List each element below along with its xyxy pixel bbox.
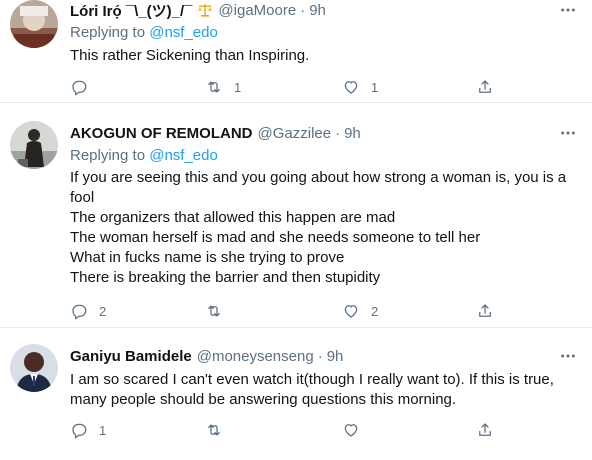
reply-button[interactable]: 1: [70, 419, 106, 441]
avatar[interactable]: [10, 344, 58, 392]
retweet-icon: [205, 78, 223, 96]
timestamp[interactable]: 9h: [309, 2, 326, 19]
tweet-line: fool: [70, 189, 95, 206]
more-icon[interactable]: [558, 123, 578, 143]
tweet-text: I am so scared I can't even watch it(tho…: [70, 370, 578, 410]
reply-icon: [70, 421, 88, 439]
like-button[interactable]: 2: [342, 300, 378, 322]
heart-icon: [342, 302, 360, 320]
share-button[interactable]: [476, 76, 494, 98]
more-icon[interactable]: [558, 346, 578, 366]
heart-icon: [342, 421, 360, 439]
tweet-line: This rather Sickening than Inspiring.: [70, 47, 310, 64]
tweet-line: There is breaking the barrier and then s…: [70, 269, 381, 286]
retweet-icon: [205, 421, 223, 439]
replying-to: Replying to @nsf_edo: [70, 146, 578, 166]
like-button[interactable]: [342, 419, 371, 441]
tweet[interactable]: Ganiyu Bamidele @moneysenseng · 9h I am …: [0, 328, 592, 460]
replying-label: Replying to: [70, 147, 146, 164]
tweet-line: many people should be answering question…: [70, 391, 457, 408]
tweet[interactable]: Lóri Irọ́ ¯\_(ツ)_/¯ @igaMoore · 9h Reply…: [0, 0, 592, 103]
retweet-button[interactable]: 1: [205, 76, 241, 98]
timestamp[interactable]: 9h: [327, 348, 344, 365]
replying-to: Replying to @nsf_edo: [70, 23, 578, 43]
tweet-text: If you are seeing this and you going abo…: [70, 168, 578, 288]
user-handle[interactable]: @Gazzilee: [258, 125, 332, 142]
user-handle[interactable]: @igaMoore: [218, 2, 296, 19]
tweet-line: The woman herself is mad and she needs s…: [70, 229, 481, 246]
tweet-line: The organizers that allowed this happen …: [70, 209, 396, 226]
retweet-count: 1: [234, 79, 242, 95]
retweet-button[interactable]: [205, 300, 234, 322]
tweet-header: Lóri Irọ́ ¯\_(ツ)_/¯ @igaMoore · 9h: [70, 0, 578, 20]
separator-dot: ·: [335, 124, 341, 142]
replying-to-link[interactable]: @nsf_edo: [149, 147, 218, 164]
reply-count: 2: [99, 303, 107, 319]
tweet-actions: 1: [70, 419, 500, 441]
like-count: 2: [371, 303, 379, 319]
timestamp[interactable]: 9h: [344, 125, 361, 142]
replying-to-link[interactable]: @nsf_edo: [149, 24, 218, 41]
more-icon[interactable]: [558, 0, 578, 20]
share-icon: [476, 78, 494, 96]
reply-button[interactable]: [70, 76, 99, 98]
user-handle[interactable]: @moneysenseng: [197, 348, 314, 365]
share-icon: [476, 421, 494, 439]
scales-emoji-icon: [197, 3, 213, 17]
tweet-header: Ganiyu Bamidele @moneysenseng · 9h: [70, 346, 578, 366]
like-count: 1: [371, 79, 379, 95]
display-name[interactable]: AKOGUN OF REMOLAND: [70, 125, 253, 142]
retweet-button[interactable]: [205, 419, 234, 441]
reply-icon: [70, 302, 88, 320]
share-button[interactable]: [476, 419, 494, 441]
reply-icon: [70, 78, 88, 96]
tweet-line: I am so scared I can't even watch it(tho…: [70, 371, 554, 388]
tweet[interactable]: AKOGUN OF REMOLAND @Gazzilee · 9h Replyi…: [0, 103, 592, 328]
reply-count: 1: [99, 422, 107, 438]
share-icon: [476, 302, 494, 320]
separator-dot: ·: [300, 1, 306, 19]
heart-icon: [342, 78, 360, 96]
like-button[interactable]: 1: [342, 76, 378, 98]
display-name[interactable]: Lóri Irọ́ ¯\_(ツ)_/¯: [70, 0, 192, 21]
avatar[interactable]: [10, 121, 58, 169]
tweet-line: If you are seeing this and you going abo…: [70, 169, 567, 186]
retweet-icon: [205, 302, 223, 320]
tweet-actions: 1 1: [70, 76, 500, 98]
tweet-feed: Lóri Irọ́ ¯\_(ツ)_/¯ @igaMoore · 9h Reply…: [0, 0, 592, 460]
tweet-header: AKOGUN OF REMOLAND @Gazzilee · 9h: [70, 123, 578, 143]
avatar[interactable]: [10, 0, 58, 48]
display-name[interactable]: Ganiyu Bamidele: [70, 348, 192, 365]
tweet-line: What in fucks name is she trying to prov…: [70, 249, 345, 266]
tweet-actions: 2 2: [70, 300, 500, 322]
share-button[interactable]: [476, 300, 494, 322]
tweet-text: This rather Sickening than Inspiring.: [70, 46, 578, 66]
replying-label: Replying to: [70, 24, 146, 41]
reply-button[interactable]: 2: [70, 300, 106, 322]
separator-dot: ·: [317, 347, 323, 365]
